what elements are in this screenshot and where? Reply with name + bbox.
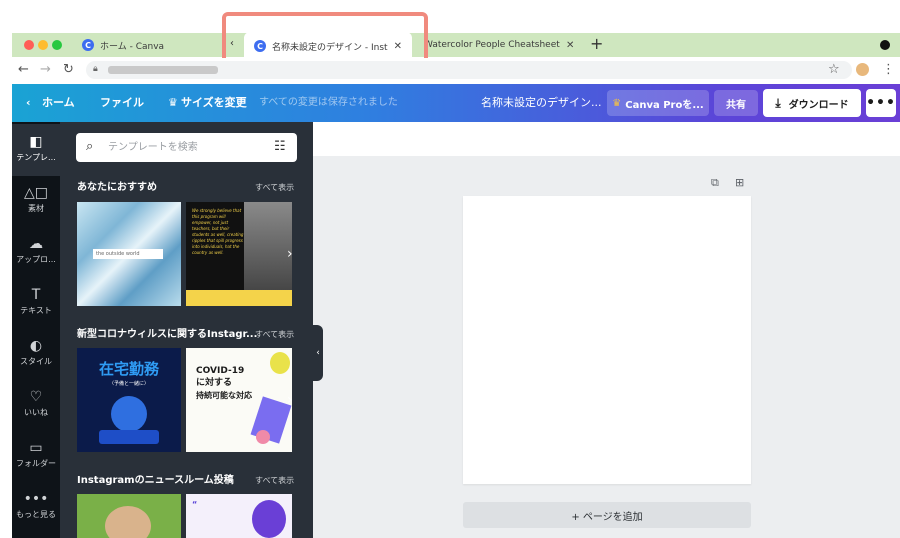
bookmark-star-icon[interactable]: ☆ — [828, 62, 840, 77]
canva-pro-label: Canva Proを... — [625, 99, 704, 111]
browser-menu-icon[interactable]: ⋮ — [882, 62, 895, 77]
tab-close-icon[interactable]: ✕ — [566, 40, 574, 51]
download-icon: ⤓ — [775, 95, 781, 110]
window-minimize-button[interactable] — [38, 40, 48, 50]
template-thumbnail[interactable]: COVID-19 に対する 持続可能な対応 — [186, 348, 292, 452]
editor-toolbar — [313, 122, 900, 156]
rail-label: アップロ... — [16, 255, 56, 264]
section-title: 新型コロナウィルスに関するInstagr... — [77, 329, 258, 340]
more-options-button[interactable]: ••• — [866, 89, 896, 117]
rail-item-folders[interactable]: ▭ フォルダー — [12, 430, 60, 482]
rail-label: もっと見る — [16, 510, 56, 519]
browser-profile-icon[interactable] — [880, 40, 890, 50]
tab-title: ホーム - Canva — [100, 41, 165, 52]
template-thumbnail[interactable] — [77, 494, 181, 538]
thumbnail-line2: に対する — [196, 378, 233, 388]
url-blurred — [108, 66, 218, 74]
document-title[interactable]: 名称未設定のデザイン... — [481, 96, 602, 110]
rail-item-text[interactable]: T テキスト — [12, 277, 60, 329]
template-icon: ◧ — [29, 134, 43, 150]
rail-label: テンプレ... — [16, 153, 56, 162]
resize-menu[interactable]: サイズを変更 — [181, 96, 247, 110]
section-title: あなたにおすすめ — [77, 182, 157, 193]
rail-item-styles[interactable]: ◐ スタイル — [12, 328, 60, 380]
browser-tab-home[interactable]: C ホーム - Canva — [82, 33, 164, 57]
rail-item-elements[interactable]: △□ 素材 — [12, 175, 60, 227]
file-menu[interactable]: ファイル — [100, 96, 144, 110]
crown-icon: ♛ — [612, 97, 622, 109]
section-title: Instagramのニュースルーム投稿 — [77, 475, 234, 486]
forward-arrow-icon[interactable]: → — [40, 62, 51, 78]
rail-item-more[interactable]: ••• もっと見る — [12, 481, 60, 533]
search-placeholder: テンプレートを検索 — [108, 142, 198, 153]
heart-icon: ♡ — [29, 389, 43, 405]
rail-label: スタイル — [20, 357, 52, 366]
template-search-input[interactable]: ⌕ テンプレートを検索 ☷ — [76, 133, 297, 162]
rail-item-likes[interactable]: ♡ いいね — [12, 379, 60, 431]
thumbnail-quote: We strongly believe that this program wi… — [192, 208, 244, 255]
add-page-icon[interactable]: ⊞ — [735, 177, 744, 189]
duplicate-page-icon[interactable]: ⧉ — [711, 177, 719, 189]
quote-icon: “ — [192, 500, 198, 509]
text-icon: T — [31, 287, 41, 303]
elements-icon: △□ — [24, 185, 48, 201]
upload-icon: ☁ — [29, 236, 43, 252]
tab-title: Watercolor People Cheatsheet — [424, 40, 560, 50]
window-zoom-button[interactable] — [52, 40, 62, 50]
illustration-person — [111, 396, 147, 432]
thumbnail-subtitle: 〈予備と一緒に〉 — [108, 381, 149, 387]
palette-icon: ◐ — [29, 338, 43, 354]
see-all-link[interactable]: すべて表示 — [255, 329, 294, 341]
carousel-next-icon[interactable]: › — [287, 393, 293, 407]
design-page[interactable] — [463, 196, 751, 484]
template-thumbnail[interactable]: “ — [186, 494, 292, 538]
thumbnail-line1: COVID-19 — [196, 366, 245, 376]
rail-item-uploads[interactable]: ☁ アップロ... — [12, 226, 60, 278]
new-tab-button[interactable]: + — [590, 36, 603, 52]
canva-editor-screen: C ホーム - Canva ‹ C 名称未設定のデザイン - Instagram… — [0, 0, 900, 538]
thumbnail-caption: the outside world — [93, 249, 163, 259]
decor-shape — [270, 352, 290, 374]
add-page-button[interactable]: + ページを追加 — [463, 502, 751, 528]
user-avatar[interactable] — [856, 63, 869, 76]
thumbnail-photo — [252, 500, 286, 538]
rail-label: テキスト — [20, 306, 52, 315]
more-icon: ••• — [23, 491, 49, 507]
carousel-next-icon[interactable]: › — [287, 247, 293, 261]
window-close-button[interactable] — [24, 40, 34, 50]
folder-icon: ▭ — [29, 440, 43, 456]
decor-shape — [256, 430, 270, 444]
canva-pro-button[interactable]: ♛ Canva Proを... — [607, 90, 709, 116]
rail-label: フォルダー — [16, 459, 56, 468]
see-all-link[interactable]: すべて表示 — [255, 475, 294, 487]
thumbnail-title: 在宅勤務 — [98, 360, 159, 378]
collapse-panel-button[interactable]: ‹ — [313, 325, 323, 381]
rail-label: 素材 — [28, 204, 44, 213]
filter-icon[interactable]: ☷ — [274, 139, 286, 155]
thumbnail-stripe — [186, 290, 292, 306]
template-thumbnail[interactable]: 在宅勤務 〈予備と一緒に〉 — [77, 348, 181, 452]
illustration-laptop — [99, 430, 159, 444]
search-icon: ⌕ — [86, 139, 94, 154]
crown-icon: ♛ — [168, 96, 178, 109]
back-chevron-icon[interactable]: ‹ — [26, 96, 31, 110]
see-all-link[interactable]: すべて表示 — [255, 182, 294, 194]
thumbnail-photo — [105, 506, 151, 538]
share-button[interactable]: 共有 — [714, 90, 758, 116]
reload-icon[interactable]: ↻ — [63, 62, 74, 78]
back-arrow-icon[interactable]: ← — [18, 62, 29, 78]
thumbnail-line3: 持続可能な対応 — [196, 391, 252, 400]
template-thumbnail[interactable]: We strongly believe that this program wi… — [186, 202, 292, 306]
download-button[interactable]: ⤓ ダウンロード — [763, 89, 861, 117]
save-status: すべての変更は保存されました — [259, 97, 398, 108]
lock-icon: 🔒︎ — [93, 64, 98, 74]
browser-tab-watercolor[interactable]: Watercolor People Cheatsheet ✕ — [424, 33, 579, 57]
home-link[interactable]: ホーム — [42, 96, 75, 110]
canva-favicon-icon: C — [82, 39, 94, 51]
download-label: ダウンロード — [788, 99, 849, 111]
template-thumbnail[interactable]: the outside world — [77, 202, 181, 306]
rail-item-templates[interactable]: ◧ テンプレ... — [12, 124, 60, 176]
rail-label: いいね — [24, 408, 48, 417]
